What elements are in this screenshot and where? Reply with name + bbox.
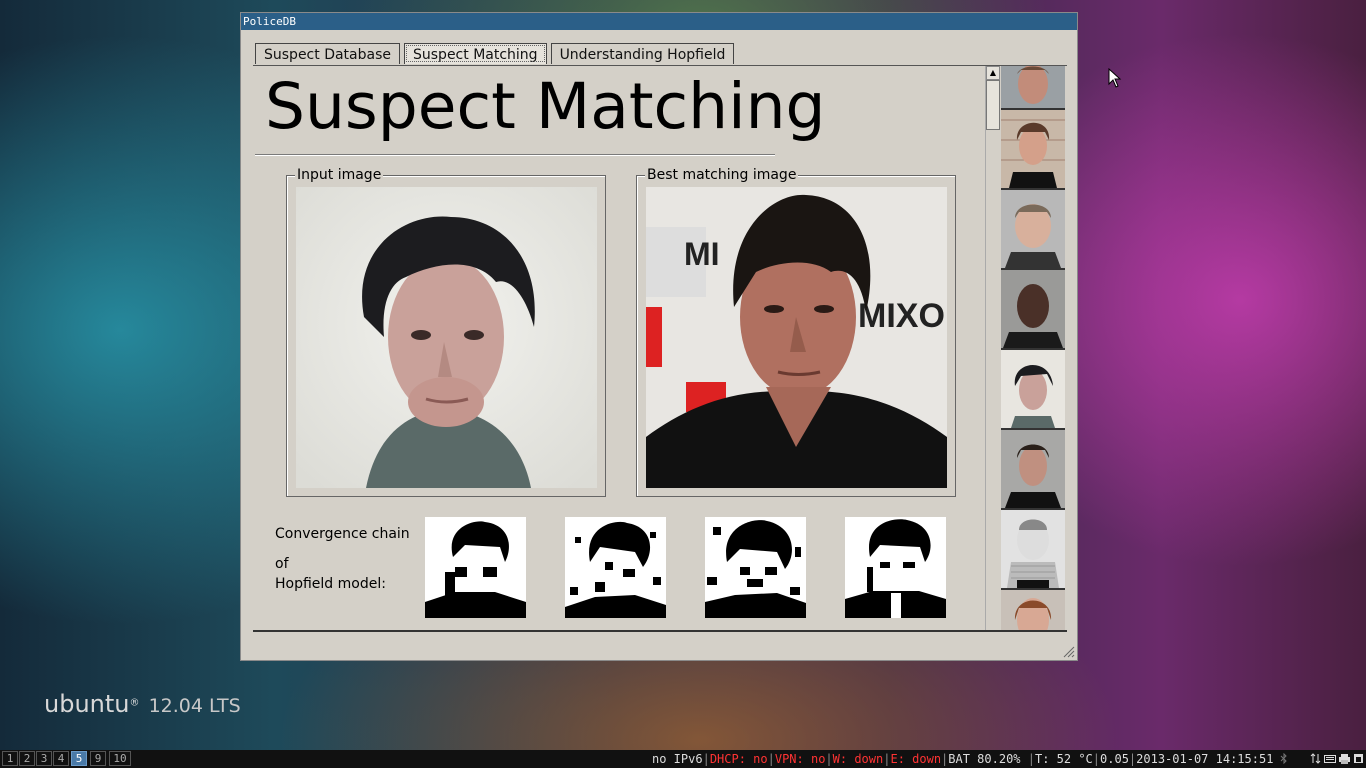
scroll-up-button[interactable]: ▲ [986, 66, 1000, 80]
convergence-line-1: Convergence chain [275, 526, 410, 542]
best-match-label: Best matching image [645, 167, 799, 183]
resize-grip-icon[interactable] [1063, 646, 1075, 658]
input-image-label: Input image [295, 167, 384, 183]
status-ipv6: no IPv6 [652, 752, 703, 766]
suspect-thumb-3[interactable] [1001, 190, 1065, 268]
status-ethernet: E: down [890, 752, 942, 766]
hopfield-step-4 [845, 517, 946, 618]
suspect-thumb-6[interactable] [1001, 430, 1065, 508]
matching-content: Suspect Matching Input image Best matchi… [253, 66, 983, 630]
ubuntu-wordmark: ubuntu [44, 690, 130, 718]
suspect-thumb-5[interactable] [1001, 350, 1065, 428]
content-scrollbar[interactable]: ▲ [985, 66, 1000, 630]
status-battery: BAT 80.20% [948, 752, 1021, 766]
hopfield-step-3 [705, 517, 806, 618]
status-vpn: VPN: no [774, 752, 826, 766]
keyboard-icon[interactable] [1324, 753, 1336, 764]
tab-suspect-matching[interactable]: Suspect Matching [404, 43, 547, 64]
hopfield-step-2 [565, 517, 666, 618]
convergence-label: Convergence chain of Hopfield model: [275, 524, 410, 594]
ubuntu-version: 12.04 LTS [148, 695, 241, 717]
printer-icon[interactable] [1339, 753, 1350, 764]
status-dhcp: DHCP: no [709, 752, 768, 766]
hopfield-step-1 [425, 517, 526, 618]
policedb-window: PoliceDB Suspect Database Suspect Matchi… [240, 12, 1078, 661]
workspace-10[interactable]: 10 [109, 751, 131, 766]
suspect-thumb-1[interactable] [1001, 66, 1065, 108]
status-datetime: 2013-01-07 14:15:51 [1136, 752, 1274, 766]
tab-understanding-hopfield[interactable]: Understanding Hopfield [550, 43, 735, 64]
window-title: PoliceDB [243, 15, 296, 28]
workspace-1[interactable]: 1 [2, 751, 18, 766]
svg-text:MI: MI [684, 236, 720, 272]
clipboard-icon[interactable] [1353, 753, 1364, 764]
title-divider [255, 154, 775, 156]
match-photo: MI MIXOLO [646, 187, 947, 488]
workspace-4[interactable]: 4 [53, 751, 69, 766]
suspect-thumb-8[interactable] [1001, 590, 1065, 630]
svg-text:MIXOLO: MIXOLO [858, 297, 947, 335]
network-arrows-icon[interactable] [1310, 753, 1321, 764]
ubuntu-logo: ubuntu® 12.04 LTS [44, 690, 241, 718]
tab-suspect-database[interactable]: Suspect Database [255, 43, 400, 64]
window-titlebar[interactable]: PoliceDB [241, 13, 1077, 30]
workspace-3[interactable]: 3 [36, 751, 52, 766]
best-match-group: Best matching image MI MIXOLO [636, 167, 956, 497]
workspace-5[interactable]: 5 [71, 751, 87, 766]
status-bar: no IPv6|DHCP: no|VPN: no|W: down|E: down… [652, 752, 1274, 766]
workspace-9[interactable]: 9 [90, 751, 106, 766]
suspect-thumb-4[interactable] [1001, 270, 1065, 348]
mouse-cursor-icon [1108, 68, 1122, 88]
taskbar: 1 2 3 4 5 9 10 no IPv6|DHCP: no|VPN: no|… [0, 750, 1366, 768]
suspect-thumb-2[interactable] [1001, 110, 1065, 188]
page-title: Suspect Matching [265, 70, 826, 143]
bluetooth-icon[interactable] [1280, 753, 1288, 764]
status-wifi: W: down [832, 752, 884, 766]
scroll-thumb[interactable] [986, 80, 1000, 130]
tab-panel: Suspect Matching Input image Best matchi… [253, 65, 1067, 632]
tab-bar: Suspect Database Suspect Matching Unders… [255, 43, 738, 65]
status-temperature: T: 52 °C [1034, 752, 1093, 766]
workspace-2[interactable]: 2 [19, 751, 35, 766]
input-photo [296, 187, 597, 488]
convergence-line-3: Hopfield model: [275, 576, 386, 592]
convergence-line-2: of [275, 556, 289, 572]
system-tray [1280, 753, 1364, 764]
status-load: 0.05 [1100, 752, 1129, 766]
suspect-thumbnail-strip[interactable] [1001, 66, 1065, 630]
suspect-thumb-7[interactable] [1001, 510, 1065, 588]
input-image-group: Input image [286, 167, 606, 497]
